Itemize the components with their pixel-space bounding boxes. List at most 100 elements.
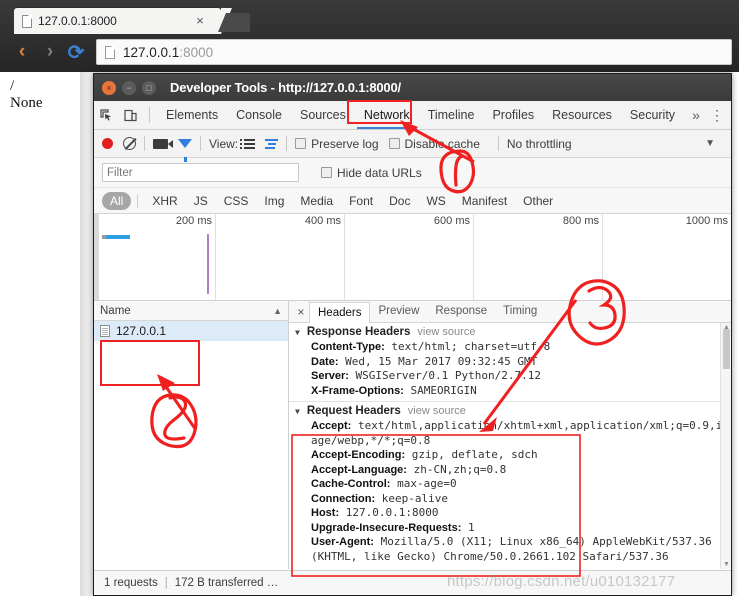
close-icon[interactable]: × [193,14,207,28]
window-maximize-icon[interactable]: □ [142,81,156,95]
type-filter-media[interactable]: Media [292,194,341,208]
browser-tab-title: 127.0.0.1:8000 [38,14,117,28]
tab-sources[interactable]: Sources [291,101,355,129]
network-toolbar: View: Preserve log Disable cache No thro… [94,130,731,158]
checkbox-icon [295,138,306,149]
header-key: Accept-Encoding: [311,449,405,461]
type-filter-xhr[interactable]: XHR [144,194,185,208]
type-filter-manifest[interactable]: Manifest [454,194,515,208]
tab-console[interactable]: Console [227,101,291,129]
header-key: Upgrade-Insecure-Requests: [311,522,461,534]
header-row: X-Frame-Options: SAMEORIGIN [289,384,731,399]
type-filter-other[interactable]: Other [515,194,561,208]
waterfall-view-icon[interactable] [265,139,278,149]
header-key: Cache-Control: [311,478,390,490]
tab-resources[interactable]: Resources [543,101,621,129]
network-main-split: Name ▲ 127.0.0.1 × Headers Preview Respo… [94,301,731,569]
view-source-link[interactable]: view source [417,326,475,338]
list-view-icon[interactable] [244,139,255,149]
header-row: Date: Wed, 15 Mar 2017 09:32:45 GMT [289,355,731,370]
chevron-down-icon[interactable]: ▼ [295,328,300,337]
scrollbar-thumb[interactable] [723,329,730,369]
record-icon[interactable] [102,138,113,149]
kebab-menu-icon[interactable]: ⋮ [710,107,724,124]
navigation-bar: ‹ › ⟳ 127.0.0.1 :8000 [0,32,739,72]
tab-strip: 127.0.0.1:8000 × [0,0,739,32]
type-filter-font[interactable]: Font [341,194,381,208]
type-filter-js[interactable]: JS [186,194,216,208]
type-filter-all[interactable]: All [102,192,131,210]
disable-cache-checkbox[interactable]: Disable cache [389,137,480,151]
network-overview-timeline[interactable]: 200 ms 400 ms 600 ms 800 ms 1000 ms [94,214,731,301]
hide-data-urls-checkbox[interactable]: Hide data URLs [321,166,422,180]
header-row: Connection: keep-alive [289,492,731,507]
type-filter-img[interactable]: Img [256,194,292,208]
preserve-log-checkbox[interactable]: Preserve log [295,137,378,151]
requests-list-header[interactable]: Name ▲ [94,301,288,321]
tab-elements[interactable]: Elements [157,101,227,129]
detail-scrollbar[interactable]: ▲ ▼ [720,323,731,569]
header-value: text/html; charset=utf-8 [385,340,551,353]
address-bar-host: 127.0.0.1 [123,45,179,60]
header-value: gzip, deflate, sdch [405,448,537,461]
view-source-link[interactable]: view source [408,405,466,417]
back-icon[interactable]: ‹ [10,40,34,64]
overview-tick: 200 ms [94,214,216,301]
tab-timing[interactable]: Timing [495,301,545,322]
funnel-icon[interactable] [178,139,192,148]
overview-tick-label: 200 ms [176,215,212,227]
reload-icon[interactable]: ⟳ [64,40,88,64]
devtools-panel-tabs: Elements Console Sources Network Timelin… [94,101,731,130]
request-headers-section-header[interactable]: ▼ Request Headers view source [289,402,731,419]
scroll-down-icon[interactable]: ▼ [722,560,731,569]
forward-icon[interactable]: › [38,40,62,64]
overview-tick-label: 1000 ms [686,215,728,227]
tab-network[interactable]: Network [355,101,419,129]
inspect-element-icon[interactable] [94,104,118,126]
header-row: Content-Type: text/html; charset=utf-8 [289,340,731,355]
browser-tab[interactable]: 127.0.0.1:8000 × [14,8,221,34]
close-icon[interactable]: × [293,305,309,319]
response-headers-section-header[interactable]: ▼ Response Headers view source [289,323,731,340]
view-label: View: [209,137,238,151]
header-key: User-Agent: [311,536,374,548]
window-minimize-icon[interactable]: − [122,81,136,95]
overview-tick-label: 800 ms [563,215,599,227]
table-row[interactable]: 127.0.0.1 [94,321,288,341]
chevron-down-icon[interactable]: ▼ [705,138,715,149]
header-row: Upgrade-Insecure-Requests: 1 [289,521,731,536]
toggle-device-toolbar-icon[interactable] [118,104,142,126]
more-tabs-icon[interactable]: » [684,107,708,123]
chevron-down-icon[interactable]: ▼ [295,407,300,416]
tab-profiles[interactable]: Profiles [483,101,543,129]
type-filter-doc[interactable]: Doc [381,194,418,208]
header-key: Date: [311,356,339,368]
toolbar-divider [286,136,287,151]
tab-timeline[interactable]: Timeline [419,101,484,129]
overview-tick: 1000 ms [603,214,731,301]
type-filter-css[interactable]: CSS [216,194,257,208]
type-filter-ws[interactable]: WS [418,194,453,208]
tab-preview[interactable]: Preview [370,301,427,322]
toolbar-divider [144,136,145,151]
header-key: Server: [311,370,349,382]
tab-headers[interactable]: Headers [309,302,370,323]
overview-tick-label: 600 ms [434,215,470,227]
toolbar-divider [200,136,201,151]
throttling-select[interactable]: No throttling [507,137,572,151]
header-key: Host: [311,507,339,519]
address-bar[interactable]: 127.0.0.1 :8000 [96,39,732,65]
status-divider: | [165,577,168,589]
devtools-titlebar: × − □ Developer Tools - http://127.0.0.1… [94,74,731,101]
tab-security[interactable]: Security [621,101,684,129]
header-key: X-Frame-Options: [311,385,404,397]
header-row: Cache-Control: max-age=0 [289,477,731,492]
filter-input[interactable] [102,163,299,182]
clear-icon[interactable] [123,137,136,150]
toolbar-divider [149,107,150,123]
header-value: max-age=0 [390,477,456,490]
overview-tick: 800 ms [474,214,603,301]
window-close-icon[interactable]: × [102,81,116,95]
tab-response[interactable]: Response [427,301,495,322]
camera-icon[interactable] [153,139,168,149]
